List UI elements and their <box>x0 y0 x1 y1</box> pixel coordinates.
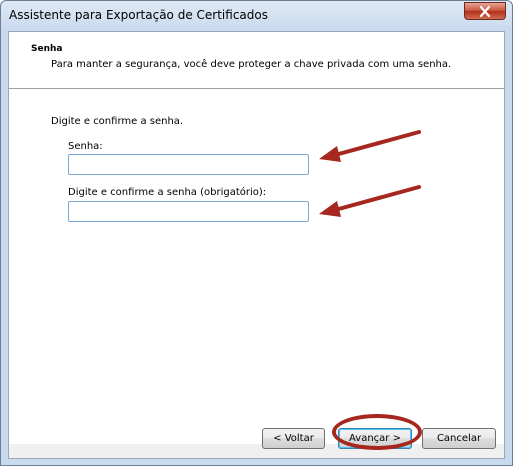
close-button[interactable] <box>464 2 506 20</box>
password-field[interactable] <box>68 154 309 175</box>
page-title: Senha <box>31 44 63 54</box>
wizard-window: Assistente para Exportação de Certificad… <box>0 0 513 466</box>
next-button-highlight <box>332 414 422 450</box>
arrow-pointer-icon <box>319 185 421 217</box>
password-label: Senha: <box>68 141 103 152</box>
wizard-client-area: Senha Para manter a segurança, você deve… <box>8 31 505 459</box>
confirm-password-label: Digite e confirme a senha (obrigatório): <box>68 187 267 198</box>
confirm-password-field[interactable] <box>68 201 309 222</box>
back-button[interactable]: < Voltar <box>262 428 325 449</box>
wizard-header: Senha Para manter a segurança, você deve… <box>9 32 504 89</box>
instruction-text: Digite e confirme a senha. <box>51 116 184 127</box>
window-title: Assistente para Exportação de Certificad… <box>9 8 268 22</box>
wizard-body: Digite e confirme a senha. Senha: Digite… <box>9 89 504 444</box>
cancel-button[interactable]: Cancelar <box>422 428 496 449</box>
arrow-pointer-icon <box>319 130 421 162</box>
close-icon <box>479 6 491 17</box>
page-description: Para manter a segurança, você deve prote… <box>51 59 452 70</box>
title-bar[interactable]: Assistente para Exportação de Certificad… <box>1 1 512 31</box>
